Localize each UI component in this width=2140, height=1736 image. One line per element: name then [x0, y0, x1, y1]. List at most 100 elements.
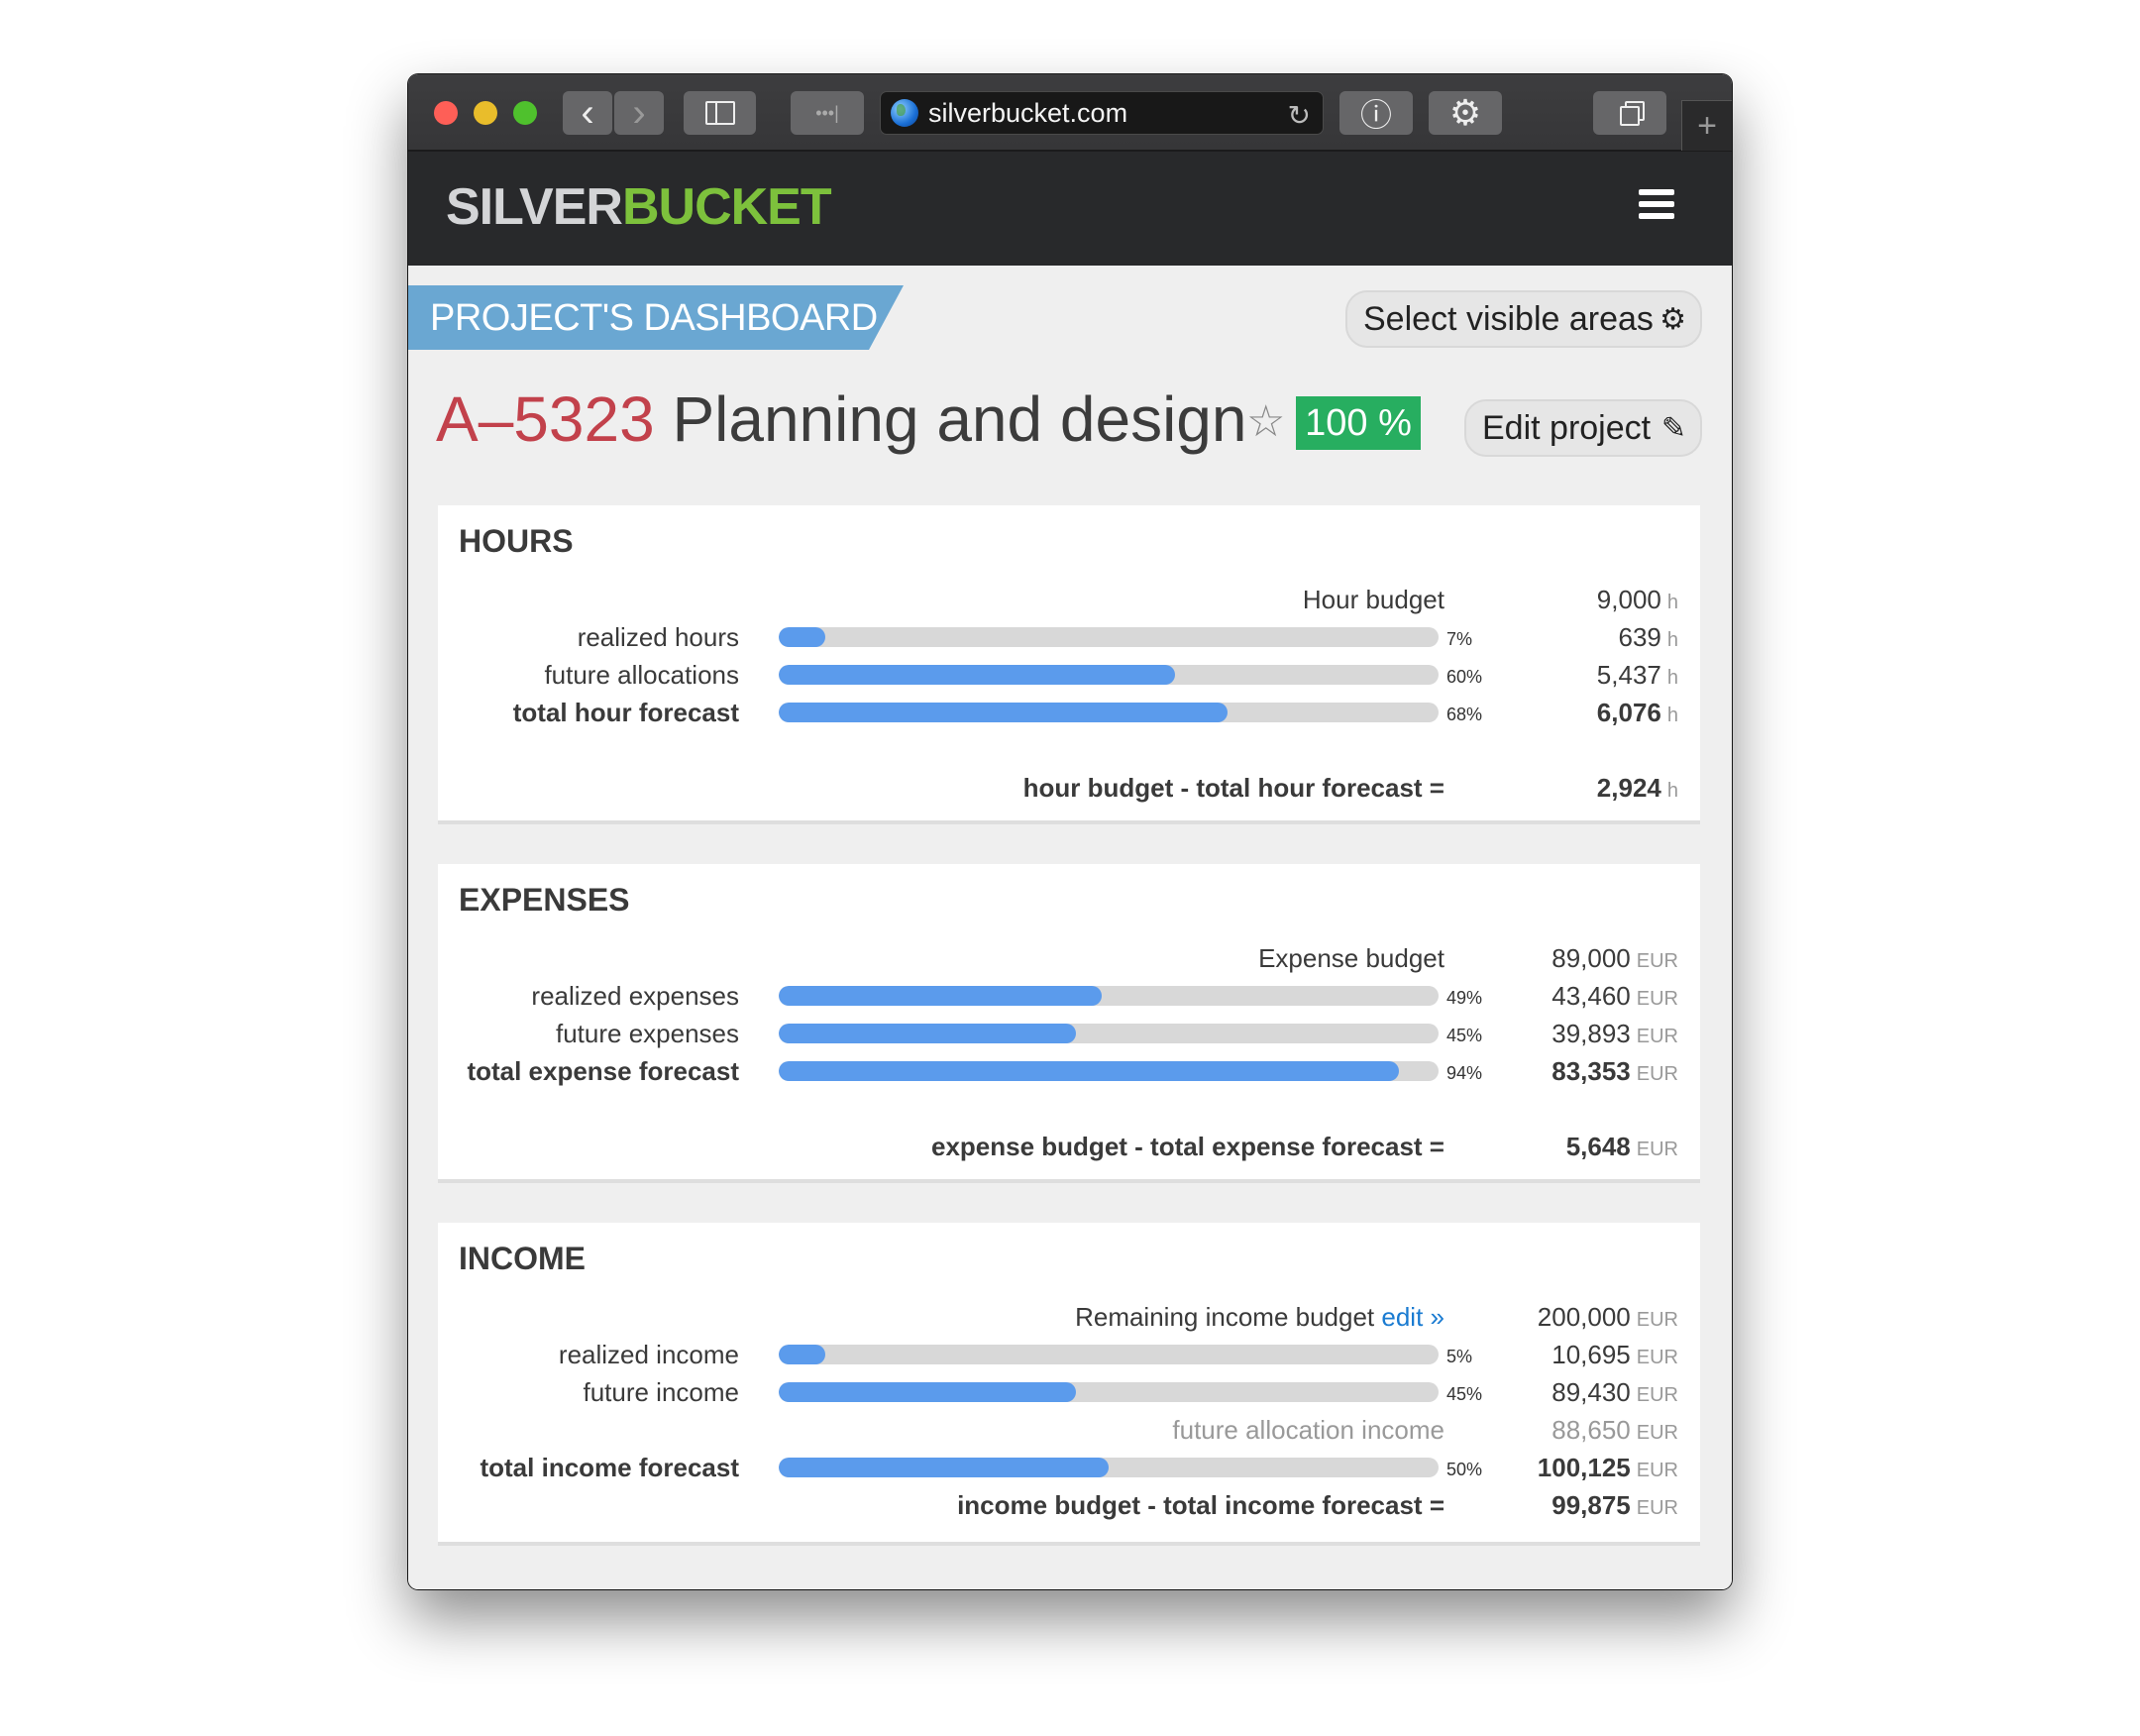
- percent-label: 45%: [1446, 1384, 1483, 1404]
- progress-fill: [779, 986, 1103, 1006]
- logo-bucket: BUCKET: [621, 178, 832, 236]
- expenses-row: realized expenses 49% 43,460 EUR: [438, 977, 1700, 1015]
- row-value: 43,460: [1552, 981, 1631, 1011]
- income-budget-value: 200,000: [1537, 1302, 1631, 1332]
- progress-fill: [779, 627, 825, 647]
- diff-value: 2,924: [1596, 773, 1661, 803]
- sidebar-icon: [704, 101, 735, 125]
- hours-row: realized hours 7% 639 h: [438, 618, 1700, 656]
- gear-icon: ⚙: [1448, 92, 1482, 133]
- progress-bar: [779, 1061, 1439, 1081]
- browser-toolbar: ‹ › •••| silverbucket.com ↻ ⓘ ⚙ +: [408, 74, 1732, 152]
- info-button[interactable]: ⓘ: [1339, 91, 1413, 135]
- edit-project-label: Edit project: [1482, 408, 1652, 447]
- unit-label: EUR: [1636, 950, 1678, 972]
- forward-button[interactable]: ›: [614, 91, 664, 135]
- zoom-window-button[interactable]: [513, 101, 537, 125]
- progress-bar: [779, 1458, 1439, 1477]
- project-code: A–5323: [436, 383, 655, 455]
- percent-label: 5%: [1446, 1347, 1473, 1366]
- row-label: realized hours: [577, 622, 739, 652]
- hours-budget-label: Hour budget: [1302, 585, 1444, 614]
- unit-label: EUR: [1636, 1026, 1678, 1047]
- row-label: future allocations: [544, 660, 739, 690]
- progress-bar: [779, 703, 1439, 722]
- expenses-budget-value: 89,000: [1552, 943, 1631, 973]
- row-label: total income forecast: [480, 1453, 739, 1482]
- row-value: 10,695: [1552, 1340, 1631, 1369]
- extension-button[interactable]: ⚙: [1429, 91, 1502, 135]
- edit-income-budget-link[interactable]: edit »: [1381, 1302, 1444, 1332]
- tabs-icon: [1620, 106, 1640, 126]
- silverbucket-logo[interactable]: SILVERBUCKET: [446, 177, 832, 237]
- select-visible-areas-button[interactable]: Select visible areas ⚙: [1345, 290, 1702, 348]
- row-label: realized income: [558, 1340, 739, 1369]
- percent-label: 94%: [1446, 1063, 1483, 1083]
- logo-silver: SILVER: [446, 178, 623, 236]
- progress-bar: [779, 986, 1439, 1006]
- address-bar[interactable]: silverbucket.com ↻: [880, 91, 1324, 135]
- hours-budget-value: 9,000: [1596, 585, 1661, 614]
- unit-label: EUR: [1636, 1309, 1678, 1331]
- chevron-right-icon: ›: [632, 90, 646, 135]
- income-budget-label: Remaining income budget: [1075, 1302, 1375, 1332]
- minimize-window-button[interactable]: [474, 101, 497, 125]
- row-label: future income: [583, 1377, 739, 1407]
- unit-label: h: [1666, 592, 1678, 613]
- row-value: 83,353: [1552, 1056, 1631, 1086]
- diff-label: income budget - total income forecast =: [957, 1490, 1444, 1520]
- income-row: total income forecast 50% 100,125 EUR: [438, 1449, 1700, 1486]
- unit-label: EUR: [1636, 1384, 1678, 1406]
- row-value: 5,437: [1596, 660, 1661, 690]
- hours-diff-row: hour budget - total hour forecast = 2,92…: [438, 769, 1700, 807]
- sidebar-button[interactable]: [684, 91, 756, 135]
- favorite-star-icon[interactable]: ☆: [1246, 396, 1285, 447]
- unit-label: EUR: [1636, 1460, 1678, 1481]
- income-diff-row: income budget - total income forecast = …: [438, 1486, 1700, 1524]
- gear-icon: ⚙: [1659, 302, 1686, 336]
- info-icon: ⓘ: [1359, 97, 1392, 133]
- tabs-overview-button[interactable]: [1593, 91, 1666, 135]
- progress-bar: [779, 627, 1439, 647]
- expenses-row: total expense forecast 94% 83,353 EUR: [438, 1052, 1700, 1090]
- expenses-card: EXPENSES Expense budget 89,000 EUR realiz…: [438, 864, 1700, 1183]
- reader-button[interactable]: •••|: [791, 91, 864, 135]
- unit-label: h: [1666, 667, 1678, 689]
- percent-label: 50%: [1446, 1460, 1483, 1479]
- expenses-diff-row: expense budget - total expense forecast …: [438, 1128, 1700, 1165]
- progress-fill: [779, 1024, 1076, 1043]
- progress-fill: [779, 665, 1175, 685]
- reload-icon[interactable]: ↻: [1288, 99, 1311, 132]
- progress-fill: [779, 1061, 1400, 1081]
- progress-bar: [779, 665, 1439, 685]
- edit-project-button[interactable]: Edit project ✎: [1464, 399, 1702, 457]
- unit-label: h: [1666, 629, 1678, 651]
- hamburger-menu-icon[interactable]: [1639, 189, 1674, 219]
- banner-title: PROJECT'S DASHBOARD: [430, 297, 878, 339]
- percent-label: 7%: [1446, 629, 1473, 649]
- income-row: realized income 5% 10,695 EUR: [438, 1336, 1700, 1373]
- plus-icon: +: [1697, 106, 1717, 145]
- dashboard-banner: PROJECT'S DASHBOARD: [408, 285, 904, 350]
- percent-label: 68%: [1446, 705, 1483, 724]
- percent-label: 45%: [1446, 1026, 1483, 1045]
- close-window-button[interactable]: [434, 101, 458, 125]
- progress-fill: [779, 703, 1228, 722]
- pencil-icon: ✎: [1660, 411, 1686, 445]
- row-value: 6,076: [1596, 698, 1661, 727]
- url-text: silverbucket.com: [928, 97, 1128, 128]
- reader-icon: •••|: [815, 102, 839, 123]
- expenses-budget-label: Expense budget: [1258, 943, 1444, 973]
- unit-label: h: [1666, 705, 1678, 726]
- progress-fill: [779, 1382, 1076, 1402]
- future-allocation-income-value: 88,650: [1552, 1415, 1631, 1445]
- back-button[interactable]: ‹: [563, 91, 612, 135]
- row-value: 639: [1618, 622, 1661, 652]
- progress-bar: [779, 1382, 1439, 1402]
- new-tab-button[interactable]: +: [1681, 100, 1732, 151]
- row-label: future expenses: [555, 1019, 739, 1048]
- diff-value: 99,875: [1552, 1490, 1631, 1520]
- progress-fill: [779, 1345, 825, 1364]
- row-label: total expense forecast: [467, 1056, 739, 1086]
- unit-label: EUR: [1636, 1422, 1678, 1444]
